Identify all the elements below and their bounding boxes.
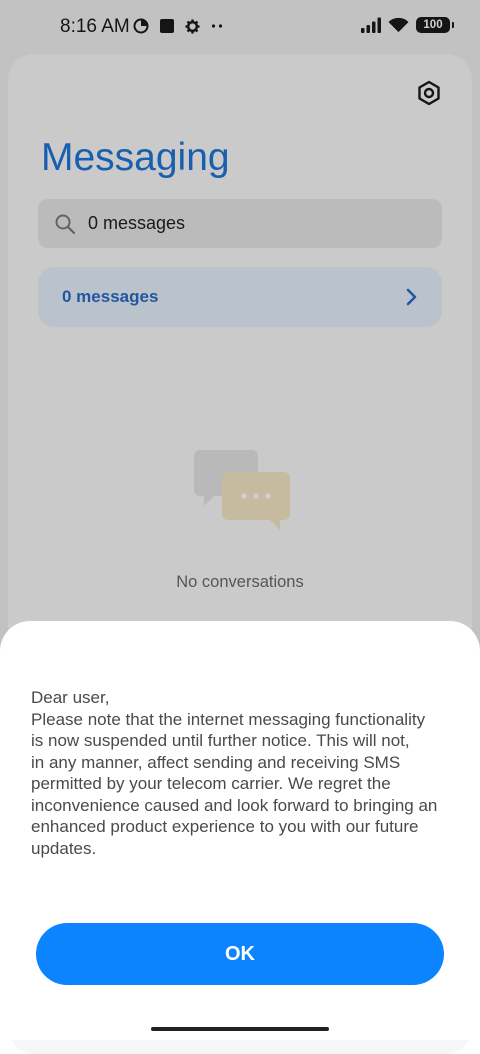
notice-dialog: Dear user, Please note that the internet… xyxy=(0,621,480,1040)
dialog-message: Dear user, Please note that the internet… xyxy=(31,688,438,858)
screen: 8:16 AM 100 Messaging 0 messages 0 messa… xyxy=(0,0,480,1054)
ok-button[interactable]: OK xyxy=(36,923,444,985)
home-indicator[interactable] xyxy=(151,1027,329,1031)
